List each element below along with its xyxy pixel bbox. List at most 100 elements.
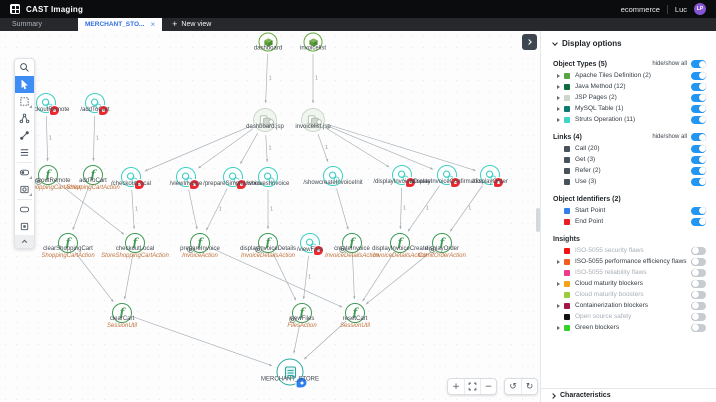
graph-node-m_viewFiles[interactable]: fviewFilesFilesAction bbox=[292, 303, 312, 323]
graph-node-m_clearShoppingCart[interactable]: fclearShoppingCartShoppingCartAction bbox=[58, 233, 78, 253]
item-toggle[interactable] bbox=[691, 72, 706, 80]
graph-node-m_checkoutLocal[interactable]: fcheckoutLocalStoreShoppingCartAction bbox=[125, 233, 145, 253]
item-toggle[interactable] bbox=[691, 167, 706, 175]
graph-node-m_addToCart[interactable]: faddToCartShoppingCartAction bbox=[83, 165, 103, 185]
collapse-tool[interactable] bbox=[15, 235, 34, 248]
graph-node-m_displayInvoiceDetails[interactable]: fdisplayInvoiceDetailsInvoiceDetailsActi… bbox=[258, 233, 278, 253]
panel-row: ISO-5055 performance efficiency flaws bbox=[541, 256, 716, 267]
layout-tool[interactable] bbox=[15, 110, 34, 127]
snapshot-tool[interactable] bbox=[15, 181, 34, 198]
graph-node-m_prepareInvoice[interactable]: fprepareInvoiceInvoiceAction bbox=[190, 233, 210, 253]
item-label: Call (20) bbox=[575, 145, 691, 152]
item-toggle[interactable] bbox=[691, 156, 706, 164]
zoom-in-button[interactable]: + bbox=[448, 379, 464, 394]
node-sublabel: ShoppingCartAction bbox=[41, 253, 94, 259]
undo-icon[interactable]: ↺ bbox=[505, 379, 521, 394]
graph-node-op_viewFiles[interactable]: /viewFiles bbox=[300, 233, 320, 253]
panel-collapse-button[interactable] bbox=[522, 34, 537, 50]
redo-icon[interactable]: ↻ bbox=[521, 379, 537, 394]
graph-node-op_displayOrder[interactable]: /displayOrder bbox=[480, 165, 500, 185]
new-view-button[interactable]: + New view bbox=[162, 18, 221, 31]
graph-node-op_viewInvoice[interactable]: /viewInvoice bbox=[176, 167, 196, 187]
expand-arrow-icon[interactable] bbox=[557, 74, 560, 78]
list-tool[interactable] bbox=[15, 144, 34, 161]
graph-node-dashboard[interactable]: dashboard bbox=[259, 33, 278, 52]
graph-node-op_displayInvoiceConfirmation[interactable]: /displayInvoiceConfirmation bbox=[437, 165, 457, 185]
shape-tool[interactable] bbox=[15, 201, 34, 218]
expand-arrow-icon[interactable] bbox=[557, 260, 560, 264]
panel-resize-handle[interactable] bbox=[536, 208, 540, 232]
graph-node-op_showestInvoice[interactable]: /showestInvoice bbox=[258, 167, 278, 187]
graph-node-op_checkoutRemote[interactable]: /checkoutRemote bbox=[36, 93, 56, 113]
export-tool[interactable] bbox=[15, 218, 34, 235]
expand-arrow-icon[interactable] bbox=[557, 326, 560, 330]
svg-text:1: 1 bbox=[135, 207, 138, 213]
panel-row: Get (3) bbox=[541, 154, 716, 165]
hide-show-all-toggle[interactable] bbox=[691, 133, 706, 141]
item-toggle[interactable] bbox=[691, 302, 706, 310]
graph-node-op_showcreateInvoiceInit[interactable]: /showcreateInvoiceInit bbox=[323, 166, 343, 186]
item-toggle[interactable] bbox=[691, 324, 706, 332]
item-toggle[interactable] bbox=[691, 83, 706, 91]
collapse-icon bbox=[19, 236, 30, 247]
graph-node-op_addToCart[interactable]: /addToCart bbox=[85, 93, 105, 113]
hide-show-all-toggle[interactable] bbox=[691, 60, 706, 68]
item-label: Green blockers bbox=[575, 324, 691, 331]
item-toggle[interactable] bbox=[691, 94, 706, 102]
graph-node-dashboard_jsp[interactable]: dashboard.jsp bbox=[253, 108, 277, 132]
tab-merchant-store[interactable]: MERCHANT_STO... × bbox=[78, 18, 162, 31]
item-toggle[interactable] bbox=[691, 145, 706, 153]
graph-node-op_checkoutLocal[interactable]: /checkoutLocal bbox=[121, 167, 141, 187]
node-sublabel: SessionUtil bbox=[107, 323, 137, 329]
node-sublabel: InvoiceDetailsAction bbox=[325, 253, 379, 259]
pointer-tool[interactable] bbox=[15, 76, 34, 93]
item-toggle[interactable] bbox=[691, 313, 706, 321]
display-options-header[interactable]: Display options bbox=[541, 31, 716, 52]
fit-screen-button[interactable] bbox=[464, 379, 480, 394]
graph-node-m_clearCart[interactable]: fclearCartSessionUtil bbox=[112, 303, 132, 323]
item-toggle[interactable] bbox=[691, 258, 706, 266]
search-tool[interactable] bbox=[15, 59, 34, 76]
expand-arrow-icon[interactable] bbox=[557, 304, 560, 308]
color-swatch bbox=[564, 146, 570, 152]
graph-node-m_displayInvoiceCreate[interactable]: fdisplayInvoiceCreateInvoiceDetailsActio… bbox=[390, 233, 410, 253]
item-toggle[interactable] bbox=[691, 105, 706, 113]
expand-arrow-icon[interactable] bbox=[557, 85, 560, 89]
item-toggle[interactable] bbox=[691, 218, 706, 226]
item-toggle[interactable] bbox=[691, 280, 706, 288]
draw-edge-tool[interactable] bbox=[15, 127, 34, 144]
node-label: clearCart bbox=[110, 316, 134, 322]
graph-node-op_prepareSimpleInvoice[interactable]: /prepareSimpleInvoice bbox=[223, 167, 243, 187]
application-name[interactable]: ecommerce bbox=[621, 5, 660, 14]
panel-row: Containerization blockers bbox=[541, 300, 716, 311]
avatar[interactable]: LP bbox=[694, 3, 706, 15]
item-label: ISO-5055 reliability flaws bbox=[575, 269, 691, 276]
zoom-out-button[interactable]: − bbox=[480, 379, 496, 394]
expand-arrow-icon[interactable] bbox=[557, 282, 560, 286]
visibility-tool[interactable] bbox=[15, 164, 34, 181]
graph-node-invoicelist_jsp[interactable]: invoicelist.jsp bbox=[301, 108, 325, 132]
close-icon[interactable]: × bbox=[150, 21, 155, 29]
graph-node-m_createInvoice[interactable]: fcreateInvoiceInvoiceDetailsAction bbox=[342, 233, 362, 253]
expand-arrow-icon[interactable] bbox=[557, 118, 560, 122]
graph-node-m_displayOrder[interactable]: fdisplayOrderComitOrderAction bbox=[432, 233, 452, 253]
graph-canvas[interactable]: 1111111111111 dashboardinvoicelistdashbo… bbox=[0, 31, 540, 402]
tab-summary[interactable]: Summary bbox=[0, 18, 78, 31]
item-toggle[interactable] bbox=[691, 207, 706, 215]
expand-arrow-icon[interactable] bbox=[557, 96, 560, 100]
panel-row: ISO-5055 reliability flaws bbox=[541, 267, 716, 278]
node-sublabel: ComitOrderAction bbox=[418, 253, 466, 259]
item-toggle[interactable] bbox=[691, 178, 706, 186]
graph-node-store[interactable]: MERCHANT_STORE bbox=[277, 359, 304, 386]
item-toggle[interactable] bbox=[691, 269, 706, 277]
graph-node-m_resetCart[interactable]: fresetCartSessionUtil bbox=[345, 303, 365, 323]
item-toggle[interactable] bbox=[691, 291, 706, 299]
graph-node-invoicelist[interactable]: invoicelist bbox=[304, 33, 323, 52]
graph-node-m_checkoutRemote[interactable]: fcheckoutRemoteStoreShoppingCartAction bbox=[38, 165, 58, 185]
expand-arrow-icon[interactable] bbox=[557, 107, 560, 111]
graph-node-op_displayInvoiceCreate[interactable]: /displayInvoiceCreate bbox=[392, 165, 412, 185]
marquee-select-tool[interactable] bbox=[15, 93, 34, 110]
characteristics-header[interactable]: Characteristics bbox=[541, 388, 716, 402]
item-toggle[interactable] bbox=[691, 116, 706, 124]
item-toggle[interactable] bbox=[691, 247, 706, 255]
